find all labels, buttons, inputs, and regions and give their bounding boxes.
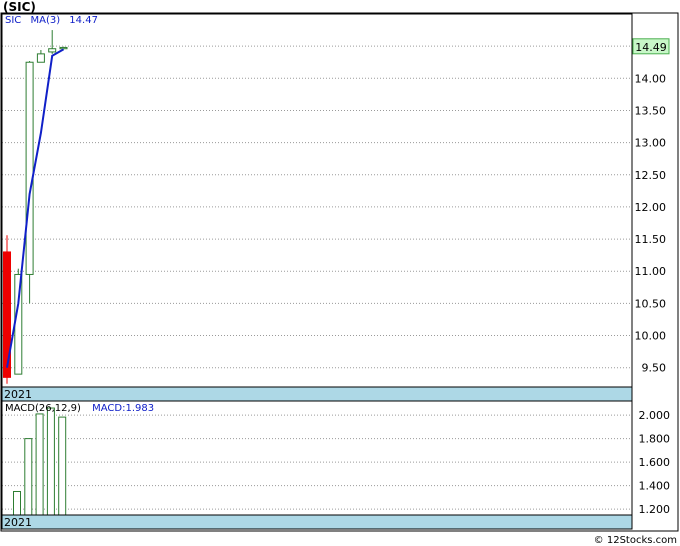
chart-canvas: 9.50 10.00 10.50 11.00 11.50 12.00 12.50 13.00 1… — [0, 12, 679, 532]
macd-year-band — [1, 514, 633, 530]
price-legend: SIC MA(3) 14.47 — [5, 15, 98, 26]
ma-line — [6, 48, 64, 368]
outer-frame — [0, 12, 679, 532]
macd-tick-label: 1.600 — [639, 456, 671, 469]
candle-body — [25, 61, 34, 275]
macd-bar — [46, 407, 55, 516]
macd-year-label: 2021 — [4, 516, 32, 529]
price-tick-label: 10.00 — [635, 330, 667, 343]
price-tick-label: 13.00 — [635, 137, 667, 150]
last-price-label: 14.49 — [635, 41, 667, 54]
price-tick-label: 10.50 — [635, 297, 667, 310]
macd-tick-label: 1.800 — [639, 433, 671, 446]
macd-tick-label: 1.200 — [639, 503, 671, 516]
price-year-band — [1, 386, 633, 402]
price-tick-label: 14.00 — [635, 72, 667, 85]
ma-label: MA(3) — [30, 15, 61, 26]
price-year-label: 2021 — [4, 388, 32, 401]
chart-title: (SIC) — [3, 0, 36, 14]
price-tick-label: 12.00 — [635, 201, 667, 214]
macd-params-label: MACD(26,12,9) — [5, 403, 81, 414]
macd-bar — [35, 413, 44, 516]
price-tick-label: 11.50 — [635, 233, 667, 246]
ma-value: 14.47 — [69, 15, 98, 26]
ticker-label: SIC — [5, 15, 22, 26]
macd-bar — [58, 416, 67, 516]
macd-tick-label: 2.000 — [639, 409, 671, 422]
macd-legend: MACD(26,12,9) MACD:1.983 — [5, 403, 154, 414]
candle-body — [48, 48, 57, 53]
price-tick-label: 11.00 — [635, 265, 667, 278]
price-tick-label: 13.50 — [635, 104, 667, 117]
macd-bar — [13, 490, 21, 516]
macd-tick-label: 1.400 — [639, 480, 671, 493]
price-plot-frame — [1, 13, 633, 388]
stock-chart-page: 9.50 10.00 10.50 11.00 11.50 12.00 12.50 13.00 1… — [0, 0, 680, 546]
price-tick-label: 12.50 — [635, 169, 667, 182]
macd-value-label: MACD:1.983 — [92, 403, 155, 414]
candle-body — [36, 53, 45, 63]
macd-bar — [24, 438, 33, 516]
site-credit: © 12Stocks.com — [593, 535, 677, 546]
macd-plot-frame — [1, 400, 633, 516]
price-tick-label: 9.50 — [642, 362, 667, 375]
candle-body — [59, 46, 68, 50]
